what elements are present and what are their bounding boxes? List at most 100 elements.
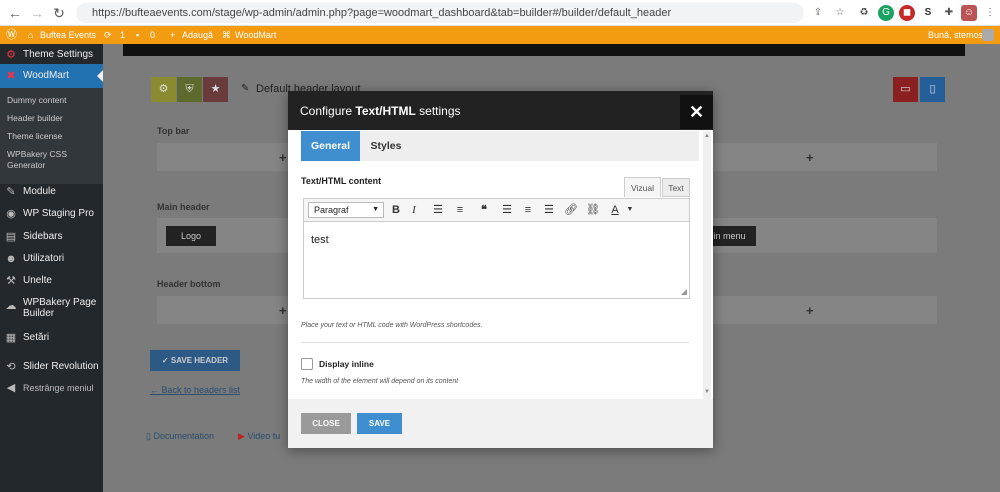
video-link[interactable]: ▶ Video tu: [238, 431, 280, 442]
sidebar-item-sidebars[interactable]: ▤ Sidebars: [0, 226, 103, 248]
sidebar-item-woodmart[interactable]: ✖ WoodMart: [0, 64, 103, 88]
scroll-down-icon[interactable]: ▼: [704, 389, 710, 395]
sidebar-item-label: Utilizatori: [23, 253, 65, 264]
reload-icon[interactable]: ↻: [50, 4, 68, 22]
back-to-headers-link[interactable]: ← Back to headers list: [150, 385, 240, 395]
bullet-list-icon[interactable]: ☰: [430, 202, 446, 218]
documentation-link[interactable]: ▯ Documentation: [146, 431, 214, 442]
format-select[interactable]: Paragraf ▼: [308, 202, 384, 218]
align-left-icon[interactable]: ☰: [499, 202, 515, 218]
format-select-value: Paragraf: [314, 205, 349, 215]
save-header-label: SAVE HEADER: [170, 356, 229, 365]
puzzle-icon[interactable]: ✚: [941, 5, 957, 21]
wpbakery-icon: ☁: [5, 300, 17, 312]
arrow-left-icon[interactable]: ←: [6, 4, 24, 22]
wordpress-logo-icon[interactable]: Ⓦ: [6, 26, 17, 44]
editor-area[interactable]: test ◢: [303, 222, 690, 299]
greeting[interactable]: Bună, stemos: [928, 26, 983, 44]
sidebar-item-theme-settings[interactable]: ⚙ Theme Settings: [0, 44, 103, 66]
submenu-header-builder[interactable]: Header builder: [7, 113, 63, 124]
tab-text[interactable]: Text: [662, 178, 690, 197]
sidebar-item-users[interactable]: ☻ Utilizatori: [0, 248, 103, 270]
sidebar-item-settings[interactable]: ▦ Setări: [0, 327, 103, 349]
sidebar-item-tools[interactable]: ⚒ Unelte: [0, 270, 103, 292]
editor-toolbar: Paragraf ▼ B I ☰ ≡ ❝ ☰ ≡ ☰ 🔗︎ ⛓ A ▼: [303, 198, 690, 222]
comments-count[interactable]: 0: [150, 26, 155, 44]
text-color-icon[interactable]: A: [607, 202, 623, 218]
address-bar[interactable]: https://bufteaevents.com/stage/wp-admin/…: [76, 3, 804, 23]
tab-visual[interactable]: Vizual: [624, 177, 661, 197]
tab-styles[interactable]: Styles: [360, 131, 412, 161]
save-button[interactable]: SAVE: [357, 413, 402, 434]
theme-settings-icon: ⚙: [6, 49, 16, 61]
site-name-link[interactable]: Buftea Events: [40, 26, 96, 44]
collapse-icon: ◀: [6, 382, 16, 394]
display-inline-checkbox[interactable]: [301, 358, 313, 370]
updates-count[interactable]: 1: [120, 26, 125, 44]
close-button[interactable]: CLOSE: [301, 413, 351, 434]
plus-icon[interactable]: +: [806, 150, 814, 165]
video-label: Video tu: [247, 431, 281, 441]
profile-avatar[interactable]: ☺: [961, 5, 977, 21]
shield-icon[interactable]: ⛨: [177, 77, 202, 102]
kebab-menu-icon[interactable]: ⋮: [982, 5, 998, 21]
unlink-icon[interactable]: ⛓: [585, 202, 601, 218]
resize-handle-icon[interactable]: ◢: [681, 287, 687, 296]
plus-icon[interactable]: +: [170, 26, 175, 44]
submenu-dummy-content[interactable]: Dummy content: [7, 95, 67, 106]
sidebar-item-label: Theme Settings: [23, 49, 94, 60]
star-icon[interactable]: ★: [203, 77, 228, 102]
plus-icon[interactable]: +: [806, 303, 814, 318]
updates-icon[interactable]: ⟳: [104, 26, 112, 44]
woodmart-icon[interactable]: ⌘: [222, 26, 231, 44]
recycle-icon[interactable]: ♻: [856, 5, 872, 21]
mobile-icon[interactable]: ▯: [920, 77, 945, 102]
user-avatar[interactable]: [982, 29, 994, 41]
scroll-up-icon[interactable]: ▲: [704, 133, 710, 139]
numbered-list-icon[interactable]: ≡: [452, 202, 468, 218]
submenu-theme-license[interactable]: Theme license: [7, 131, 62, 142]
ublock-icon[interactable]: ◼: [899, 5, 915, 21]
blockquote-icon[interactable]: ❝: [476, 202, 492, 218]
documentation-label: Documentation: [153, 431, 214, 441]
display-inline-label: Display inline: [319, 359, 374, 369]
new-link[interactable]: Adaugă: [182, 26, 213, 44]
extension-s-icon[interactable]: S: [920, 5, 936, 21]
youtube-icon: ▶: [238, 431, 245, 441]
arrow-right-icon[interactable]: →: [28, 4, 46, 22]
save-header-button[interactable]: ✓ SAVE HEADER: [150, 350, 240, 371]
share-icon[interactable]: ⇪: [810, 5, 826, 21]
modal-title: Configure Text/HTML settings: [300, 104, 461, 118]
comments-icon[interactable]: ▪: [136, 26, 139, 44]
sidebar-collapse[interactable]: ◀ Restrânge meniul: [0, 377, 103, 399]
logo-element[interactable]: Logo: [166, 226, 216, 246]
tab-general[interactable]: General: [301, 131, 360, 161]
staging-icon: ◉: [6, 208, 16, 220]
close-icon[interactable]: ✕: [680, 95, 713, 129]
align-right-icon[interactable]: ☰: [541, 202, 557, 218]
woodmart-link[interactable]: WoodMart: [235, 26, 276, 44]
submenu-wpbakery-css[interactable]: WPBakery CSS Generator: [7, 149, 92, 171]
grammarly-icon[interactable]: G: [878, 5, 894, 21]
sidebar-item-slider-revolution[interactable]: ⟲ Slider Revolution: [0, 356, 103, 378]
plus-icon[interactable]: +: [279, 150, 287, 165]
main-header-label: Main header: [157, 202, 210, 212]
star-icon[interactable]: ☆: [832, 5, 848, 21]
italic-icon[interactable]: I: [406, 202, 422, 218]
align-center-icon[interactable]: ≡: [520, 202, 536, 218]
link-icon[interactable]: 🔗︎: [563, 202, 579, 218]
sidebar-item-label: WP Staging Pro: [23, 208, 94, 219]
home-icon[interactable]: ⌂: [28, 26, 33, 44]
sidebar-item-wp-staging[interactable]: ◉ WP Staging Pro: [0, 203, 103, 225]
sidebar-item-wpbakery[interactable]: ☁ WPBakery Page Builder: [0, 295, 100, 323]
desktop-icon[interactable]: ▭: [893, 77, 918, 102]
scrollbar[interactable]: [703, 131, 711, 399]
chevron-down-icon[interactable]: ▼: [622, 202, 638, 218]
plus-icon[interactable]: +: [279, 303, 287, 318]
sidebar-item-label: Module: [23, 186, 56, 197]
gear-icon[interactable]: ⚙: [151, 77, 176, 102]
pencil-icon[interactable]: ✎: [241, 83, 249, 94]
editor-content: test: [311, 234, 329, 246]
sidebar-item-module[interactable]: ✎ Module: [0, 181, 103, 203]
bold-icon[interactable]: B: [388, 202, 404, 218]
